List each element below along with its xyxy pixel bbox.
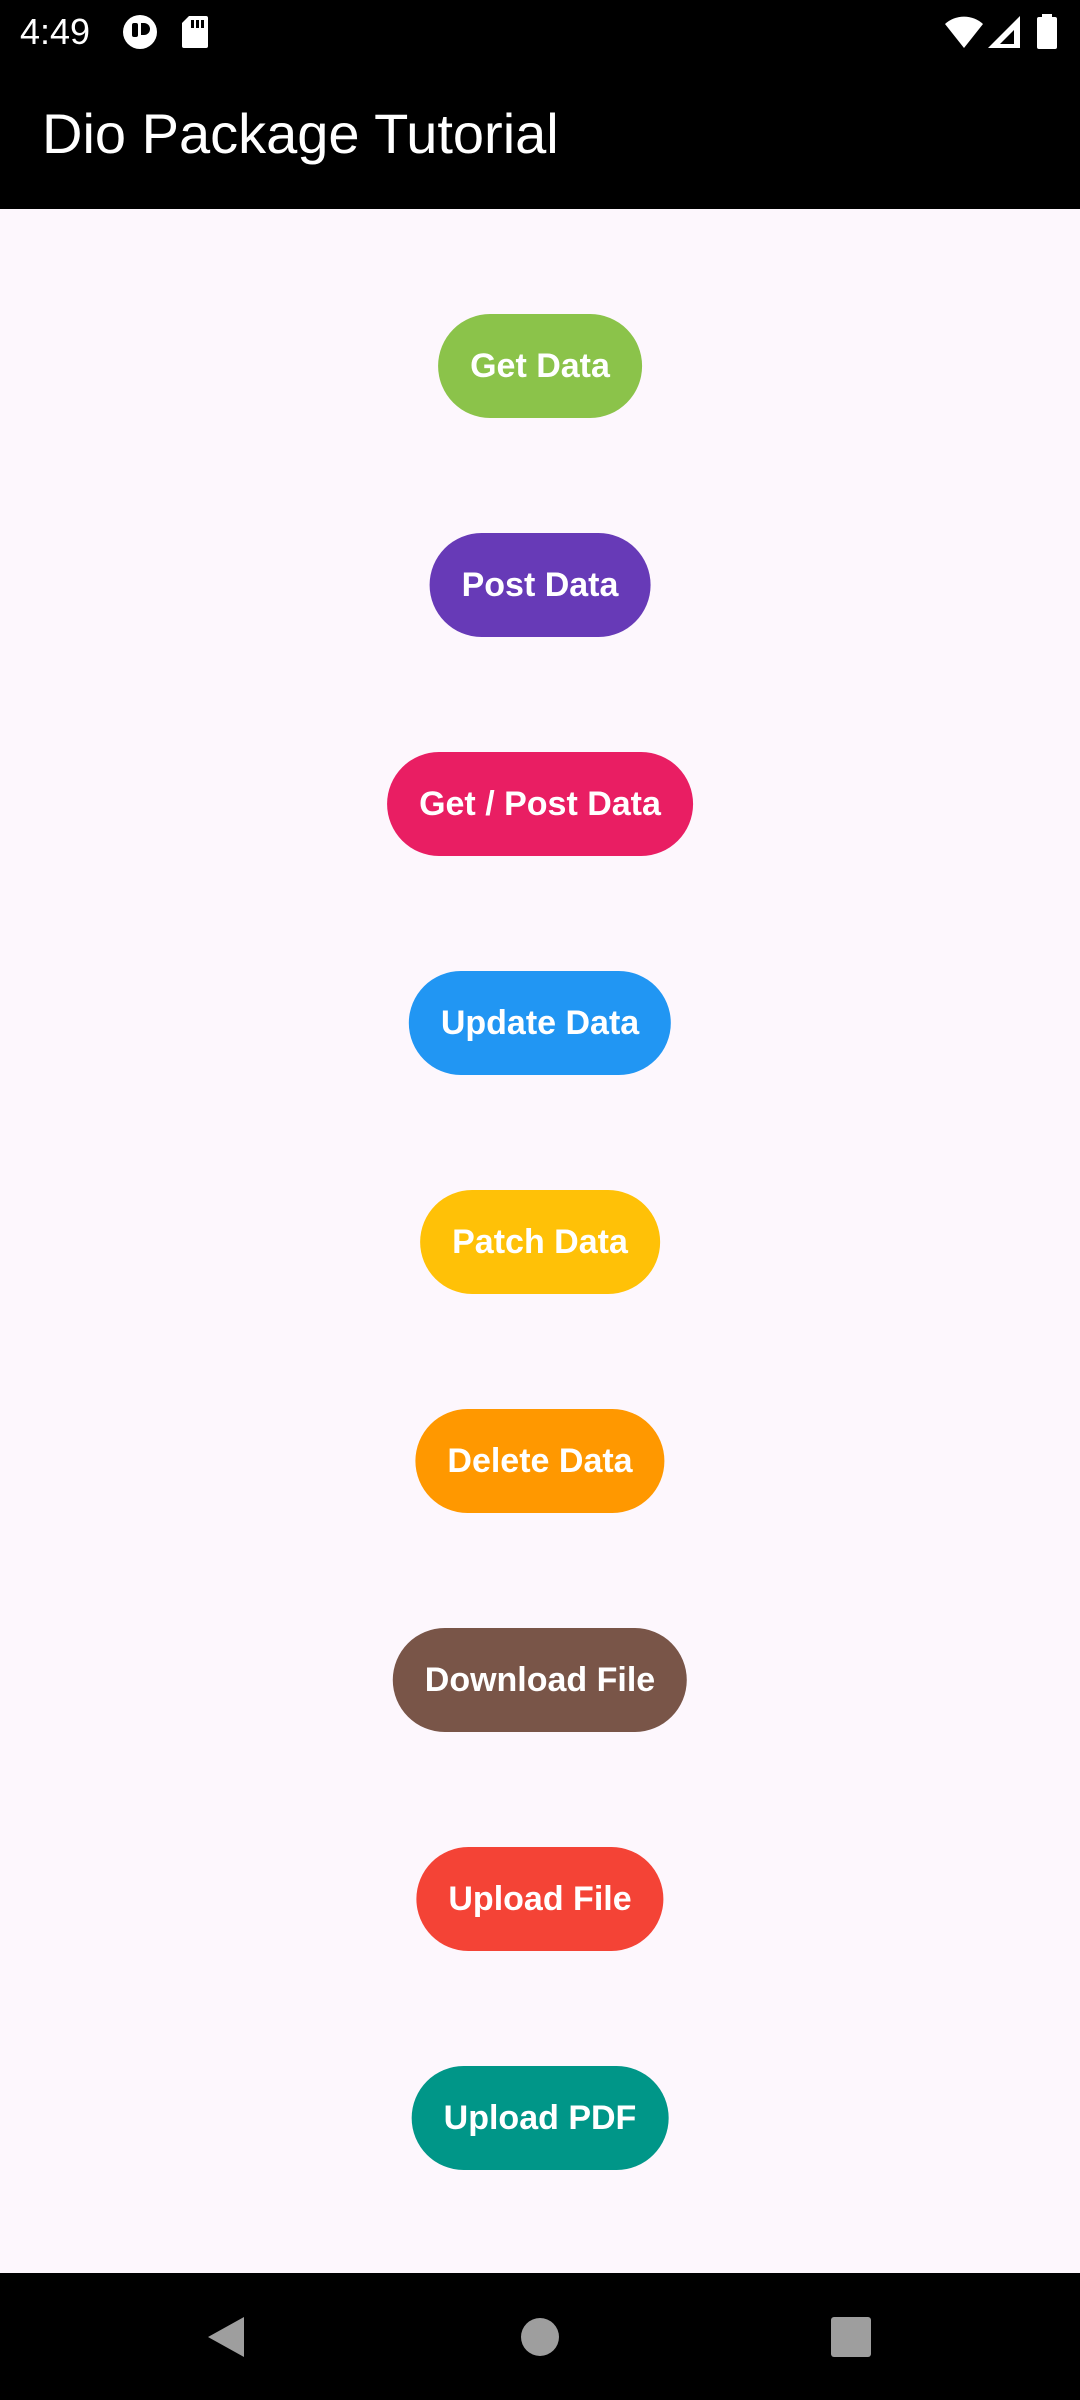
cell-signal-icon bbox=[988, 14, 1022, 50]
battery-icon bbox=[1036, 14, 1058, 50]
post-data-button[interactable]: Post Data bbox=[429, 533, 651, 637]
navigation-bar bbox=[0, 2273, 1080, 2400]
wifi-icon bbox=[944, 14, 984, 50]
app-notification-icon bbox=[122, 14, 158, 50]
back-icon[interactable] bbox=[190, 2301, 262, 2373]
delete-data-button[interactable]: Delete Data bbox=[415, 1409, 665, 1513]
app-bar: Dio Package Tutorial bbox=[0, 64, 1080, 209]
home-icon[interactable] bbox=[504, 2301, 576, 2373]
status-bar: 4:49 bbox=[0, 0, 1080, 64]
upload-pdf-button[interactable]: Upload PDF bbox=[411, 2066, 669, 2170]
sd-card-icon bbox=[180, 14, 216, 50]
recents-icon[interactable] bbox=[815, 2301, 887, 2373]
button-list: Get Data Post Data Get / Post Data Updat… bbox=[0, 209, 1080, 2273]
get-post-data-button[interactable]: Get / Post Data bbox=[387, 752, 693, 856]
get-data-button[interactable]: Get Data bbox=[438, 314, 642, 418]
patch-data-button[interactable]: Patch Data bbox=[420, 1190, 660, 1294]
download-file-button[interactable]: Download File bbox=[392, 1628, 688, 1732]
upload-file-button[interactable]: Upload File bbox=[416, 1847, 664, 1951]
status-time: 4:49 bbox=[20, 11, 91, 52]
update-data-button[interactable]: Update Data bbox=[408, 971, 672, 1075]
page-title: Dio Package Tutorial bbox=[42, 102, 559, 165]
screen: 4:49 Dio Package Tutorial Get Data Post … bbox=[0, 0, 1080, 2400]
